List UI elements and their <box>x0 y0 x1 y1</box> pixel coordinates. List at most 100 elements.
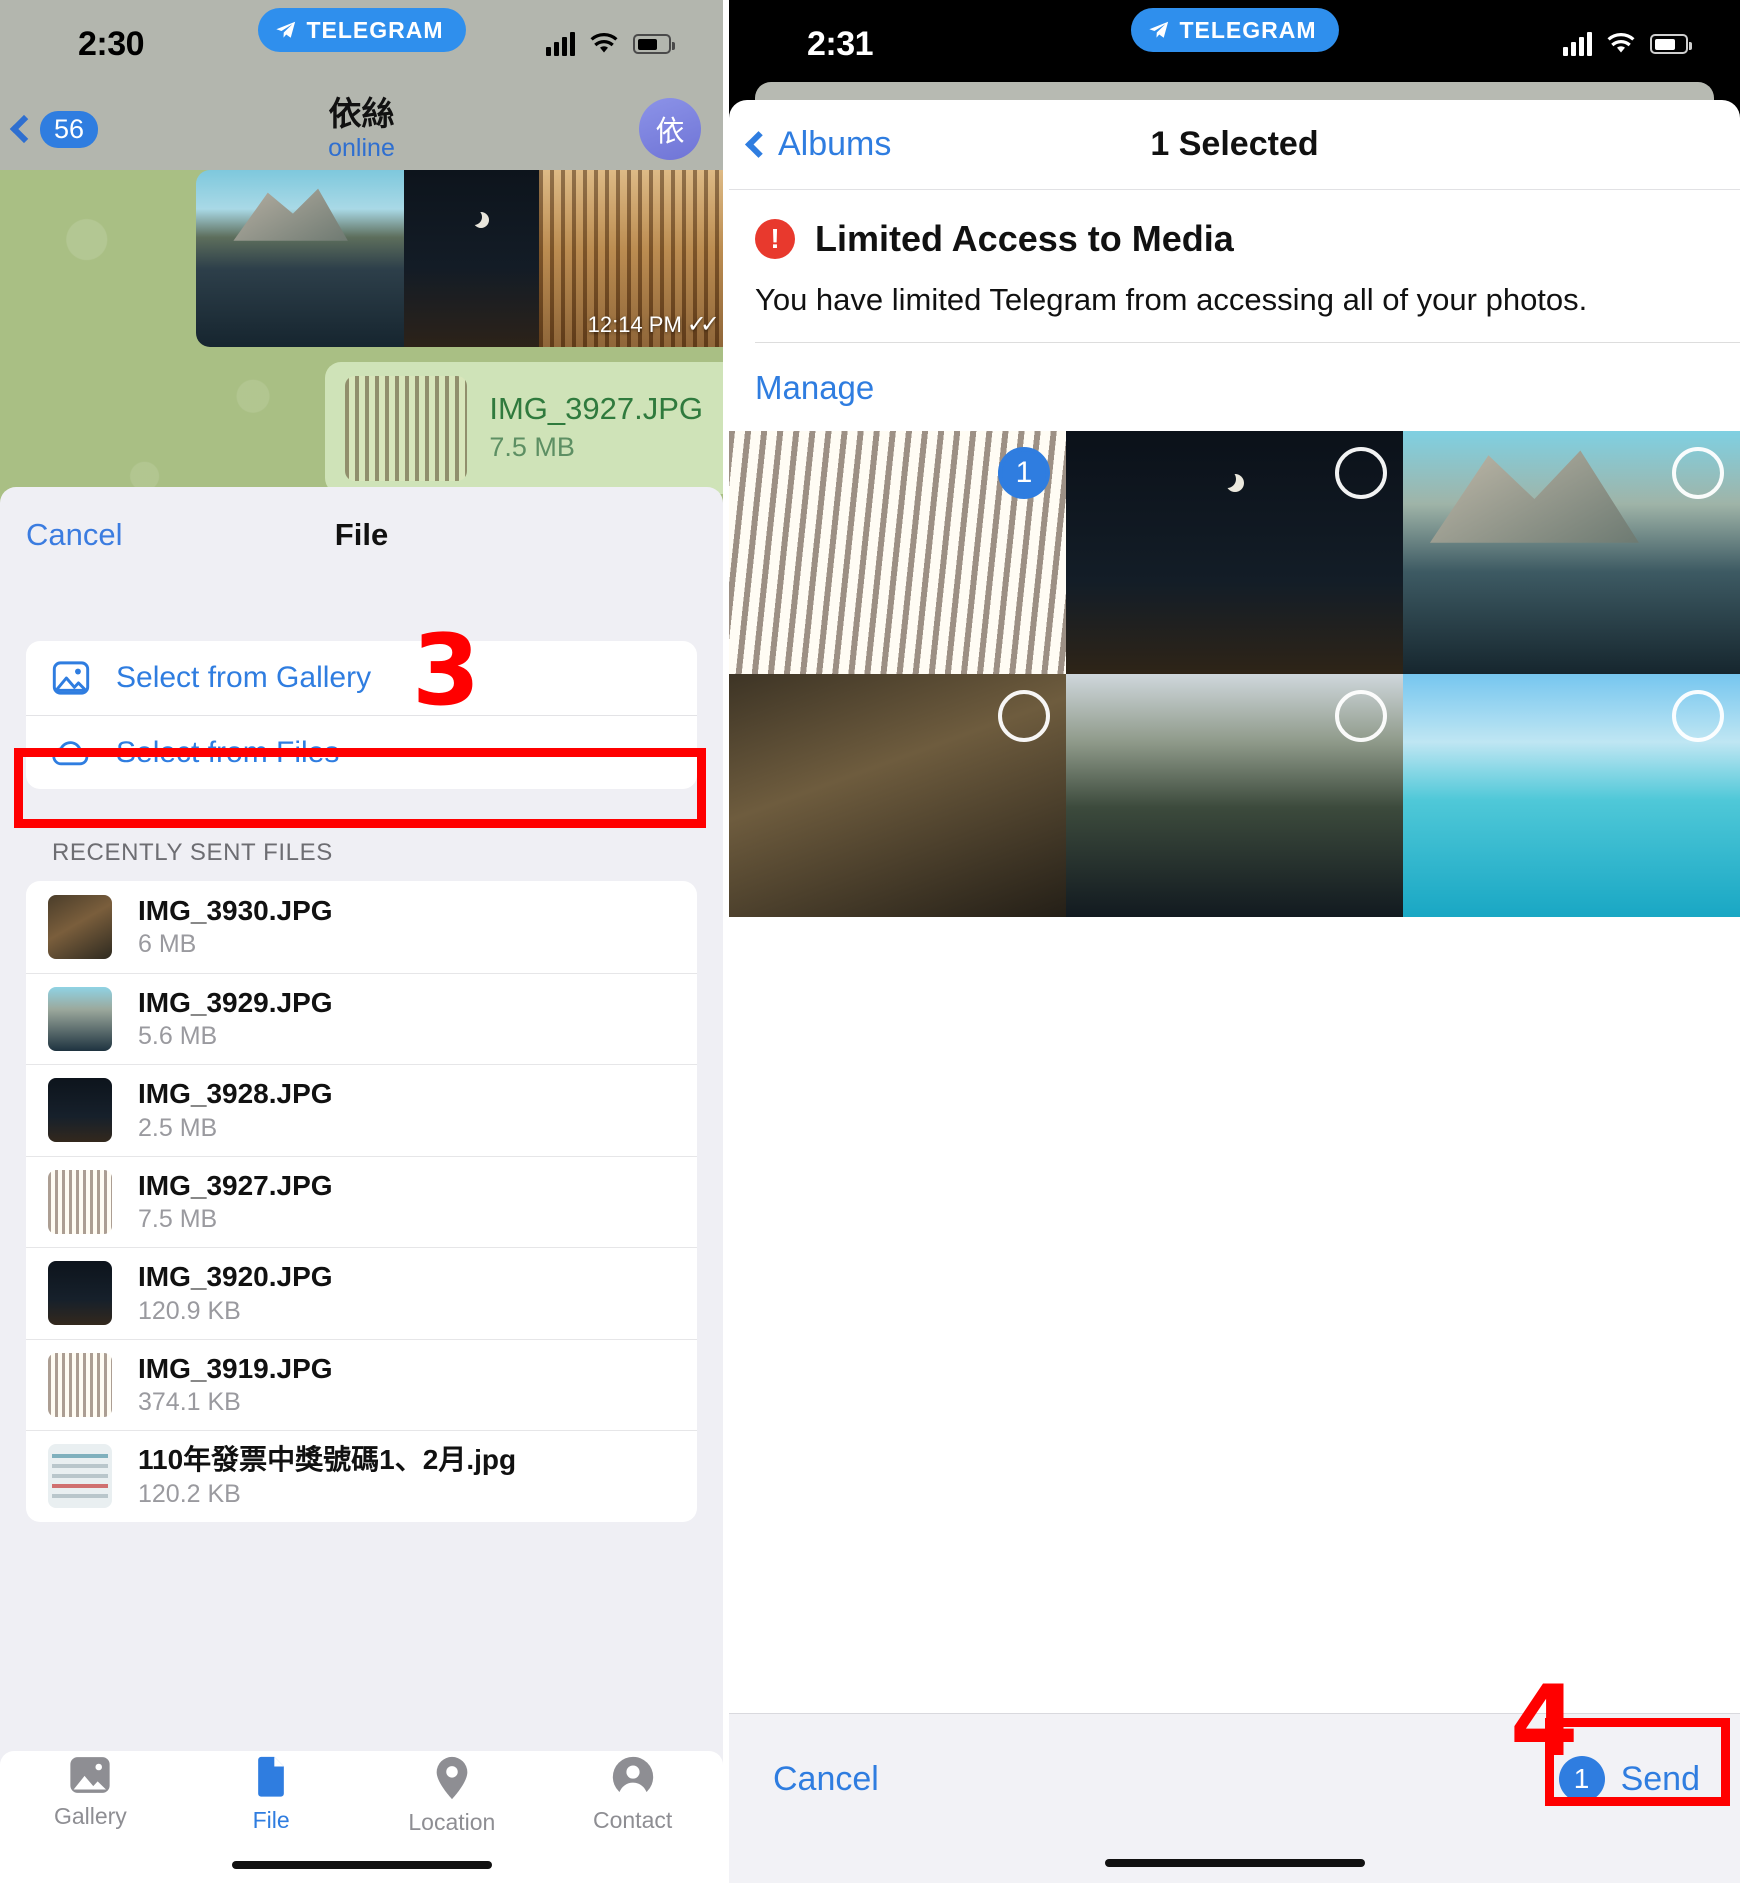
limited-access-banner: ! Limited Access to Media You have limit… <box>729 190 1740 318</box>
photo-grid-cell[interactable] <box>1403 674 1740 917</box>
select-from-gallery-row[interactable]: Select from Gallery <box>26 641 697 715</box>
limited-access-title: Limited Access to Media <box>815 218 1234 259</box>
tab-gallery[interactable]: Gallery <box>0 1755 181 1830</box>
photo-grid-cell[interactable] <box>1066 431 1403 674</box>
file-size: 7.5 MB <box>138 1205 218 1234</box>
cellular-signal-icon <box>1563 32 1592 56</box>
home-indicator <box>231 1861 492 1869</box>
file-size: 120.9 KB <box>138 1296 241 1325</box>
annotation-number-3: 3 <box>412 614 481 728</box>
file-name: IMG_3920.JPG <box>138 1261 333 1293</box>
file-list-item[interactable]: IMG_3928.JPG 2.5 MB <box>26 1064 697 1156</box>
selection-circle-icon[interactable] <box>998 690 1050 742</box>
recently-sent-files-list: IMG_3930.JPG 6 MB IMG_3929.JPG 5.6 MB IM… <box>26 881 697 1522</box>
tab-file[interactable]: File <box>181 1755 362 1834</box>
location-pin-icon <box>436 1756 468 1800</box>
sheet-header: Cancel File <box>0 487 723 583</box>
photo-grid-cell[interactable]: 1 <box>729 431 1066 674</box>
source-actions-card: Select from Gallery Select from Files <box>26 641 697 789</box>
telegram-plane-icon <box>275 21 295 38</box>
file-icon <box>258 1756 284 1797</box>
wifi-icon <box>1607 33 1635 53</box>
file-name: IMG_3927.JPG <box>138 1169 333 1201</box>
left-telegram-pill: TELEGRAM <box>257 8 466 52</box>
tab-contact-label: Contact <box>592 1807 673 1833</box>
file-size: 5.6 MB <box>138 1022 218 1051</box>
photo-grid-cell[interactable] <box>1066 674 1403 917</box>
album-photo-city[interactable] <box>404 170 539 347</box>
tab-location-label: Location <box>408 1809 496 1835</box>
avatar[interactable]: 依 <box>639 98 701 160</box>
picker-cancel-button[interactable]: Cancel <box>773 1760 879 1799</box>
cloud-icon <box>52 740 89 765</box>
chat-back-button[interactable]: 56 <box>9 110 99 148</box>
tab-contact[interactable]: Contact <box>542 1755 723 1834</box>
battery-icon <box>1650 34 1692 54</box>
file-message-bubble[interactable]: IMG_3927.JPG 7.5 MB <box>325 362 723 494</box>
file-thumbnail <box>48 1261 112 1326</box>
home-indicator <box>1104 1859 1365 1867</box>
select-from-files-row[interactable]: Select from Files <box>26 715 697 789</box>
chat-title-block[interactable]: 依絲 online <box>0 95 723 163</box>
sheet-cancel-button[interactable]: Cancel <box>26 517 123 553</box>
contact-name: 依絲 <box>328 95 395 133</box>
message-timestamp: 12:14 PM ✓✓ <box>587 310 720 339</box>
file-list-item[interactable]: IMG_3927.JPG 7.5 MB <box>26 1155 697 1248</box>
photo-grid-cell[interactable] <box>729 674 1066 917</box>
photo-album-message[interactable]: 12:14 PM ✓✓ <box>196 170 723 347</box>
file-message-name: IMG_3927.JPG <box>489 390 703 426</box>
file-thumbnail <box>48 1352 112 1417</box>
contact-person-icon <box>612 1756 653 1798</box>
right-status-icons <box>1563 32 1692 56</box>
chat-navigation-bar: 56 依絲 online 依 <box>0 88 723 170</box>
file-name: 110年發票中獎號碼1、2月.jpg <box>138 1444 517 1476</box>
album-photo-forest[interactable]: 12:14 PM ✓✓ <box>539 170 723 347</box>
wifi-icon <box>590 33 618 53</box>
file-name: IMG_3929.JPG <box>138 986 333 1018</box>
selection-badge[interactable]: 1 <box>998 447 1050 499</box>
selection-circle-icon[interactable] <box>1672 447 1724 499</box>
file-list-item[interactable]: IMG_3920.JPG 120.9 KB <box>26 1247 697 1339</box>
cellular-signal-icon <box>546 32 575 56</box>
recently-sent-files-header: RECENTLY SENT FILES <box>52 839 333 866</box>
photo-icon <box>52 661 90 695</box>
manage-button[interactable]: Manage <box>729 343 1740 431</box>
file-size: 374.1 KB <box>138 1388 241 1417</box>
tab-location[interactable]: Location <box>362 1755 543 1836</box>
file-message-size: 7.5 MB <box>489 432 575 463</box>
contact-online-status: online <box>328 133 395 162</box>
file-name: IMG_3919.JPG <box>138 1352 333 1384</box>
file-name: IMG_3928.JPG <box>138 1078 333 1110</box>
message-time-text: 12:14 PM <box>587 311 682 337</box>
chevron-left-icon <box>745 131 772 158</box>
albums-back-label: Albums <box>778 125 892 163</box>
albums-back-button[interactable]: Albums <box>745 125 892 164</box>
album-photo-lake[interactable] <box>196 170 404 347</box>
right-telegram-pill: TELEGRAM <box>1130 8 1339 52</box>
tab-file-label: File <box>252 1807 290 1833</box>
left-phone-screen: 2:30 TELEGRAM 56 依絲 online 依 12:14 PM ✓✓… <box>0 0 723 1883</box>
limited-access-body: You have limited Telegram from accessing… <box>755 282 1588 317</box>
picker-bottom-bar: Cancel 1 Send <box>729 1713 1740 1883</box>
limited-access-heading: ! Limited Access to Media <box>755 218 1714 260</box>
file-list-item[interactable]: IMG_3929.JPG 5.6 MB <box>26 972 697 1065</box>
file-picker-sheet: Cancel File Select from Gallery Select f… <box>0 487 723 1883</box>
file-list-item[interactable]: 110年發票中獎號碼1、2月.jpg 120.2 KB <box>26 1430 697 1522</box>
send-button[interactable]: 1 Send <box>1558 1756 1700 1802</box>
right-status-time: 2:31 <box>807 24 874 63</box>
chat-message-area: 12:14 PM ✓✓ IMG_3927.JPG 7.5 MB <box>0 170 723 518</box>
left-status-bar: 2:30 TELEGRAM <box>0 0 723 88</box>
file-list-item[interactable]: IMG_3919.JPG 374.1 KB <box>26 1338 697 1431</box>
exclamation-circle-icon: ! <box>755 219 795 259</box>
selection-circle-icon[interactable] <box>1335 447 1387 499</box>
selection-circle-icon[interactable] <box>1672 690 1724 742</box>
file-name: IMG_3930.JPG <box>138 894 333 926</box>
file-message-meta: IMG_3927.JPG 7.5 MB <box>489 389 703 467</box>
annotation-number-4: 4 <box>1510 1665 1579 1779</box>
photo-picker-sheet: Albums 1 Selected ! Limited Access to Me… <box>729 100 1740 1883</box>
chevron-left-icon <box>9 114 39 144</box>
file-list-item[interactable]: IMG_3930.JPG 6 MB <box>26 881 697 973</box>
photo-grid-cell[interactable] <box>1403 431 1740 674</box>
left-status-time: 2:30 <box>78 24 145 63</box>
selection-circle-icon[interactable] <box>1335 690 1387 742</box>
